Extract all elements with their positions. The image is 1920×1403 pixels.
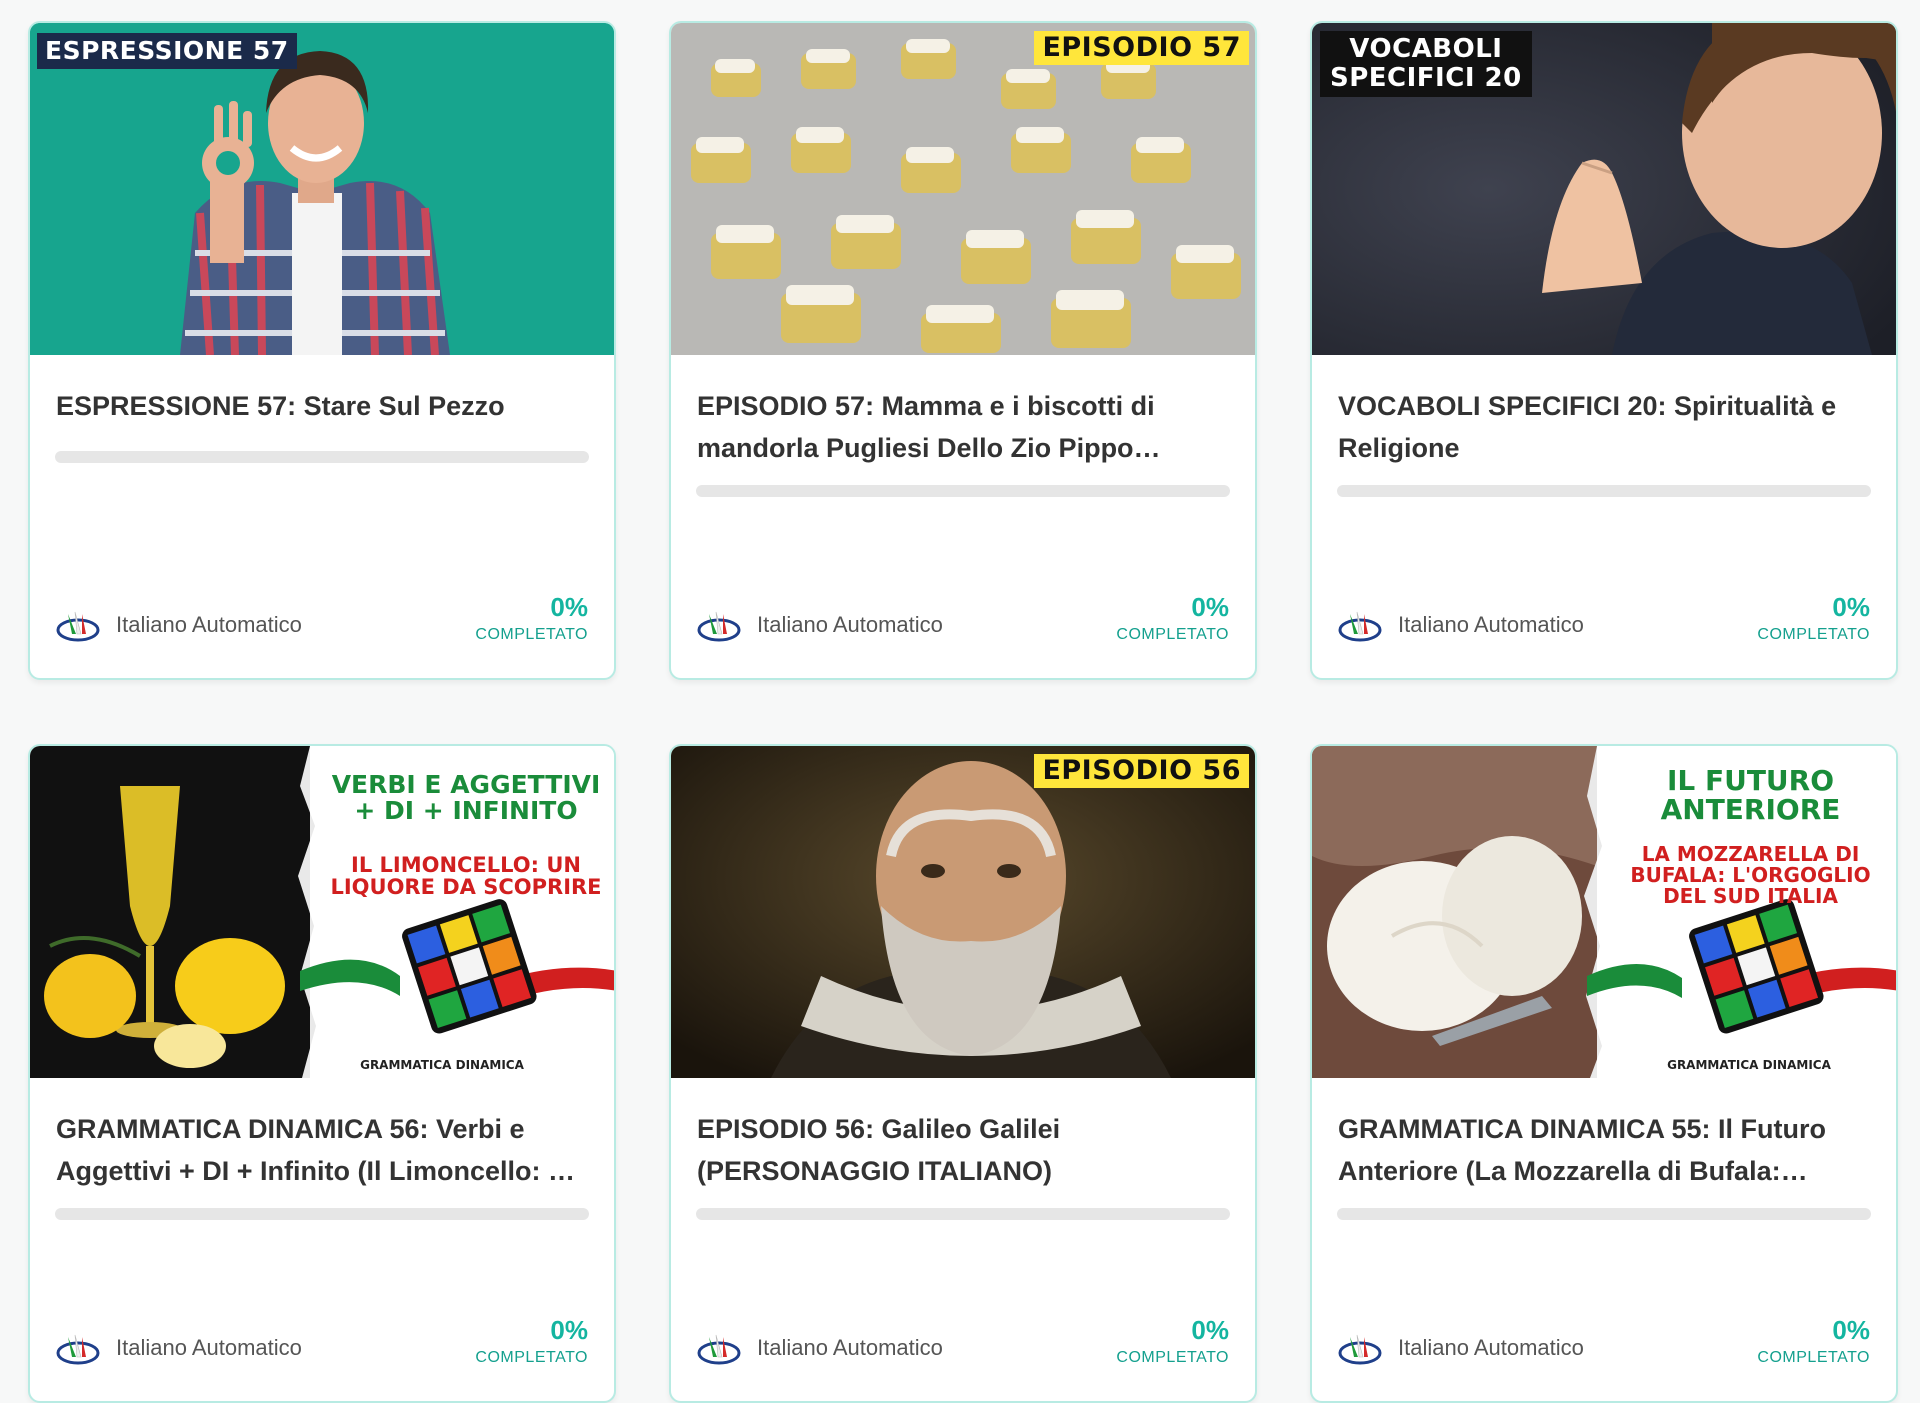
italiano-automatico-logo-icon [1338,1334,1382,1365]
progress-percent: 0% [550,592,588,622]
author-name: Italiano Automatico [116,612,302,637]
progress-bar [696,1208,1230,1220]
course-card[interactable]: EPISODIO 56 EPISODIO 56: Galileo Galilei… [669,744,1257,1403]
course-title[interactable]: ESPRESSIONE 57: Stare Sul Pezzo [56,385,588,427]
galileo-portrait-image [671,746,1255,1078]
italiano-automatico-logo-icon [697,611,741,642]
course-thumbnail[interactable]: ESPRESSIONE 57 [30,23,614,355]
course-title[interactable]: EPISODIO 56: Galileo Galilei (PERSONAGGI… [697,1108,1229,1192]
progress-bar [55,1208,589,1220]
thumbnail-tag: VOCABOLI SPECIFICI 20 [1320,31,1532,98]
progress-label: COMPLETATO [475,626,588,643]
man-ok-gesture-image [30,23,614,355]
italiano-automatico-logo-icon [697,1334,741,1365]
progress-label: COMPLETATO [1116,626,1229,643]
progress-bar [55,451,589,463]
progress-percent: 0% [1191,1315,1229,1345]
author-name: Italiano Automatico [1398,612,1584,637]
author-name: Italiano Automatico [116,1335,302,1360]
course-thumbnail[interactable]: VOCABOLI SPECIFICI 20 [1312,23,1896,355]
poster-subtitle: IL LIMONCELLO: UN LIQUORE DA SCOPRIRE [330,853,602,900]
poster-subtitle: LA MOZZARELLA DI BUFALA: L'ORGOGLIO DEL … [1630,842,1871,908]
course-title[interactable]: VOCABOLI SPECIFICI 20: Spiritualità e Re… [1338,385,1870,469]
course-thumbnail[interactable]: EPISODIO 56 [671,746,1255,1078]
progress-percent: 0% [1832,1315,1870,1345]
progress-percent: 0% [1191,592,1229,622]
poster-footer: GRAMMATICA DINAMICA [1667,1058,1831,1072]
course-title[interactable]: EPISODIO 57: Mamma e i biscotti di mando… [697,385,1229,469]
course-thumbnail[interactable]: IL FUTURO ANTERIORE LA MOZZARELLA DI BUF… [1312,746,1896,1078]
poster-title: IL FUTURO ANTERIORE [1660,764,1841,827]
progress-bar [696,485,1230,497]
course-grid: ESPRESSIONE 57 ESPRESSIONE 57: Stare Sul… [0,0,1920,1403]
author-name: Italiano Automatico [757,1335,943,1360]
progress-label: COMPLETATO [1757,626,1870,643]
course-card[interactable]: IL FUTURO ANTERIORE LA MOZZARELLA DI BUF… [1310,744,1898,1403]
course-title[interactable]: GRAMMATICA DINAMICA 55: Il Futuro Anteri… [1338,1108,1870,1192]
thumbnail-tag: ESPRESSIONE 57 [37,33,297,69]
progress-percent: 0% [1832,592,1870,622]
progress-percent: 0% [550,1315,588,1345]
italiano-automatico-logo-icon [56,611,100,642]
progress-label: COMPLETATO [1757,1349,1870,1366]
progress-bar [1337,485,1871,497]
author-name: Italiano Automatico [1398,1335,1584,1360]
progress-bar [1337,1208,1871,1220]
course-title[interactable]: GRAMMATICA DINAMICA 56: Verbi e Aggettiv… [56,1108,588,1192]
thumbnail-tag: EPISODIO 57 [1034,31,1249,66]
course-card[interactable]: VERBI E AGGETTIVI + DI + INFINITO IL LIM… [28,744,616,1403]
progress-label: COMPLETATO [1116,1349,1229,1366]
course-card[interactable]: ESPRESSIONE 57 ESPRESSIONE 57: Stare Sul… [28,21,616,680]
course-thumbnail[interactable]: EPISODIO 57 [671,23,1255,355]
poster-footer: GRAMMATICA DINAMICA [360,1058,524,1072]
poster-title: VERBI E AGGETTIVI + DI + INFINITO [331,770,601,826]
course-thumbnail[interactable]: VERBI E AGGETTIVI + DI + INFINITO IL LIM… [30,746,614,1078]
course-card[interactable]: VOCABOLI SPECIFICI 20 VOCABOLI SPECIFICI… [1310,21,1898,680]
biscuits-image [671,23,1255,355]
author-name: Italiano Automatico [757,612,943,637]
course-card[interactable]: EPISODIO 57 EPISODIO 57: Mamma e i bisco… [669,21,1257,680]
italiano-automatico-logo-icon [1338,611,1382,642]
italiano-automatico-logo-icon [56,1334,100,1365]
progress-label: COMPLETATO [475,1349,588,1366]
thumbnail-tag: EPISODIO 56 [1034,754,1249,789]
